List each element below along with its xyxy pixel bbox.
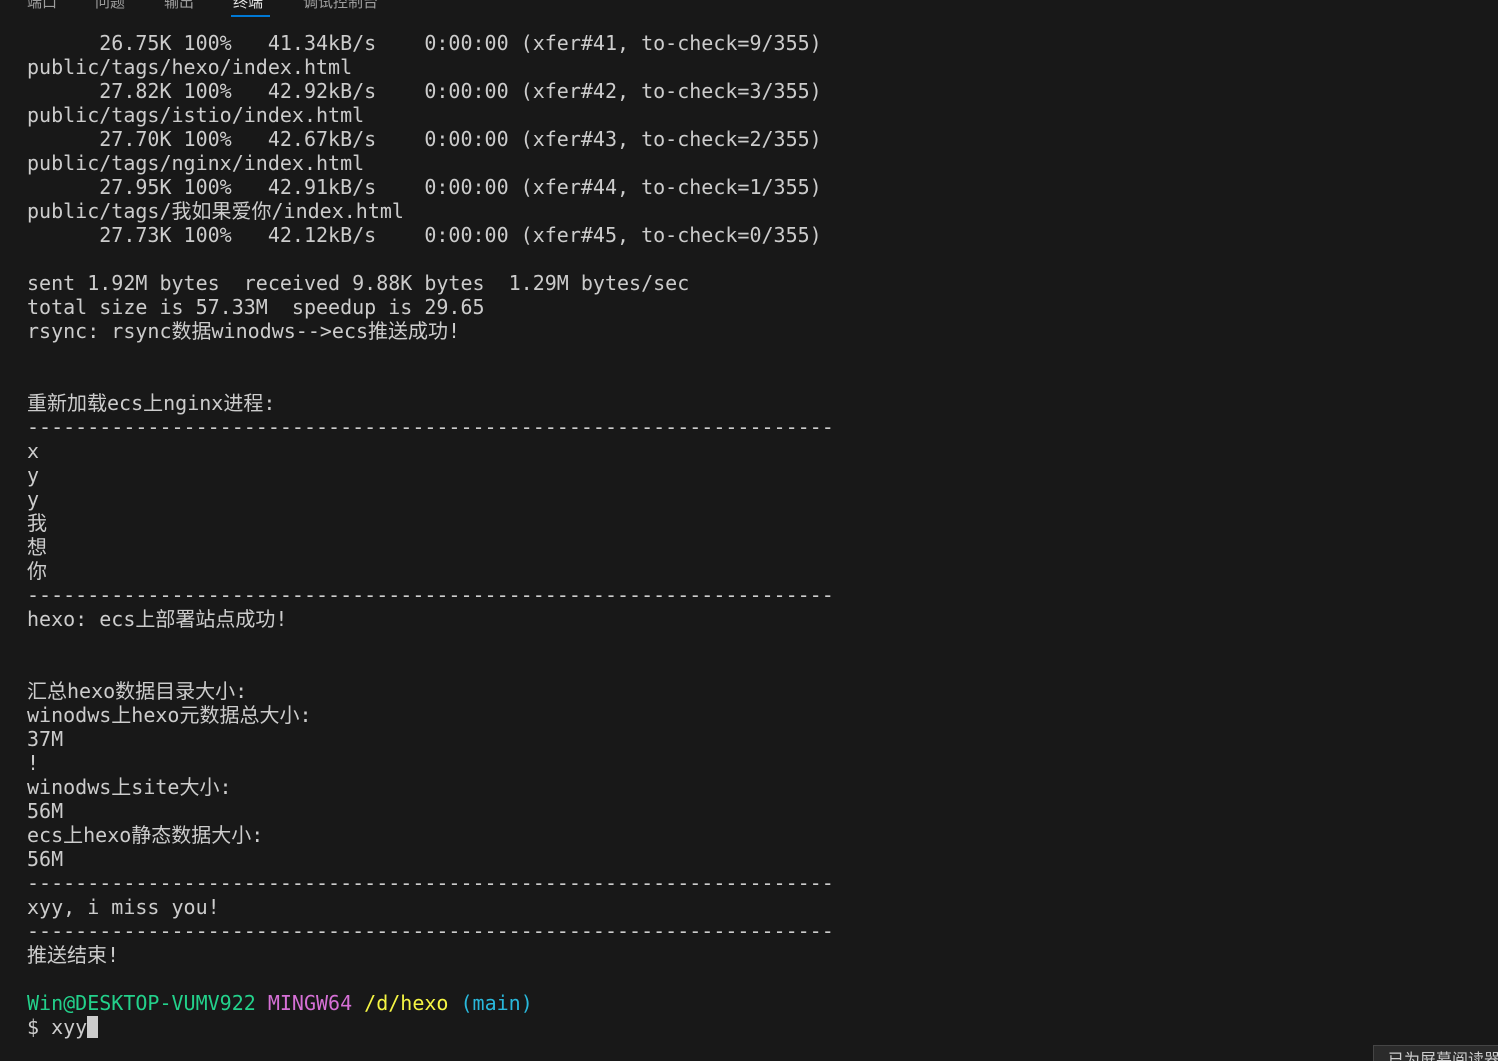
prompt-branch: (main) (460, 991, 533, 1015)
terminal-line: 27.70K 100% 42.67kB/s 0:00:00 (xfer#43, … (27, 127, 822, 151)
terminal-line: winodws上site大小: (27, 775, 232, 799)
terminal-line: xyy, i miss you! (27, 895, 220, 919)
terminal-line: rsync: rsync数据winodws-->ecs推送成功! (27, 319, 461, 343)
tab-terminal[interactable]: 终端 (233, 0, 263, 12)
terminal-line: ----------------------------------------… (27, 871, 834, 895)
terminal-line: 推送结束! (27, 943, 120, 967)
terminal-line: 你 (27, 559, 47, 583)
screen-reader-notice: 已为屏幕阅读器 (1373, 1045, 1498, 1061)
terminal-panel: 端口 问题 输出 终端 调试控制台 26.75K 100% 41.34kB/s … (0, 0, 1498, 1061)
terminal-line: 汇总hexo数据目录大小: (27, 679, 248, 703)
tab-problems[interactable]: 问题 (95, 0, 125, 12)
terminal-line: 我 (27, 511, 47, 535)
terminal-line: ----------------------------------------… (27, 919, 834, 943)
terminal-line: winodws上hexo元数据总大小: (27, 703, 312, 727)
terminal-line: public/tags/我如果爱你/index.html (27, 199, 404, 223)
terminal-line: ----------------------------------------… (27, 415, 834, 439)
terminal-line: 27.73K 100% 42.12kB/s 0:00:00 (xfer#45, … (27, 223, 822, 247)
terminal-output[interactable]: 26.75K 100% 41.34kB/s 0:00:00 (xfer#41, … (27, 31, 834, 1039)
terminal-line: y (27, 487, 40, 511)
prompt-symbol: $ (27, 1015, 40, 1039)
terminal-line: 37M (27, 727, 64, 751)
tab-output[interactable]: 输出 (164, 0, 194, 12)
text-cursor (87, 1016, 99, 1038)
command-input[interactable]: xyy (51, 1015, 87, 1039)
terminal-line: 56M (27, 847, 64, 871)
prompt-user-host: Win@DESKTOP-VUMV922 (27, 991, 256, 1015)
terminal-line: 重新加载ecs上nginx进程: (27, 391, 276, 415)
prompt-system: MINGW64 (267, 991, 353, 1015)
terminal-line: public/tags/hexo/index.html (27, 55, 353, 79)
terminal-line: 想 (27, 535, 47, 559)
prompt-path: /d/hexo (364, 991, 449, 1015)
terminal-line: hexo: ecs上部署站点成功! (27, 607, 288, 631)
terminal-line: public/tags/nginx/index.html (27, 151, 365, 175)
tab-ports[interactable]: 端口 (27, 0, 57, 12)
screen-reader-notice-text: 已为屏幕阅读器 (1388, 1050, 1498, 1061)
terminal-line: 27.95K 100% 42.91kB/s 0:00:00 (xfer#44, … (27, 175, 822, 199)
prompt-line: Win@DESKTOP-VUMV922 MINGW64 /d/hexo (mai… (27, 991, 834, 1015)
terminal-line: 26.75K 100% 41.34kB/s 0:00:00 (xfer#41, … (27, 31, 822, 55)
terminal-line: ecs上hexo静态数据大小: (27, 823, 264, 847)
terminal-line: public/tags/istio/index.html (27, 103, 365, 127)
terminal-line: ! (27, 751, 40, 775)
terminal-line: y (27, 463, 40, 487)
terminal-line: x (27, 439, 40, 463)
terminal-line: total size is 57.33M speedup is 29.65 (27, 295, 485, 319)
tab-debug-console[interactable]: 调试控制台 (303, 0, 378, 12)
terminal-line: sent 1.92M bytes received 9.88K bytes 1.… (27, 271, 690, 295)
terminal-line: 56M (27, 799, 64, 823)
panel-tab-bar: 端口 问题 输出 终端 调试控制台 (0, 0, 1498, 20)
terminal-line: 27.82K 100% 42.92kB/s 0:00:00 (xfer#42, … (27, 79, 822, 103)
terminal-line: ----------------------------------------… (27, 583, 834, 607)
command-line[interactable]: $ xyy (27, 1015, 834, 1039)
active-tab-indicator (231, 15, 270, 17)
